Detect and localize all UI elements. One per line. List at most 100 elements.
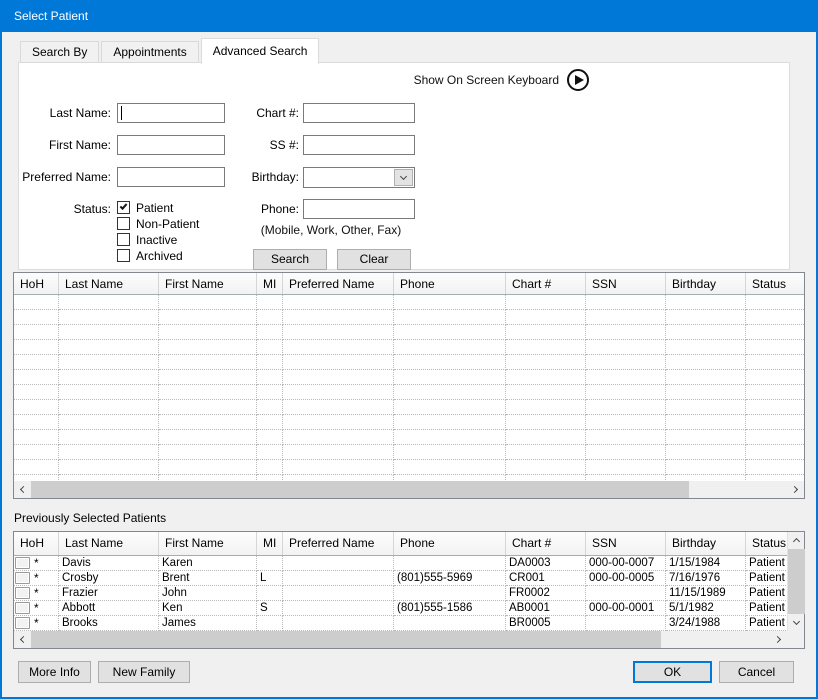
empty-cell bbox=[394, 340, 506, 355]
column-header-birthday[interactable]: Birthday bbox=[666, 532, 746, 555]
column-header-mi[interactable]: MI bbox=[257, 532, 283, 555]
row-selector-button[interactable] bbox=[15, 617, 30, 629]
cell-status: Patient bbox=[746, 571, 787, 586]
column-header-hoh[interactable]: HoH bbox=[14, 532, 59, 555]
empty-cell bbox=[746, 340, 804, 355]
cell-mi bbox=[257, 616, 283, 631]
patient-row[interactable]: *DavisKarenDA0003000-00-00071/15/1984Pat… bbox=[14, 556, 787, 571]
birthday-dropdown-button[interactable] bbox=[394, 169, 413, 186]
cell-last-name: Abbott bbox=[59, 601, 159, 616]
chart-field-wrap bbox=[303, 103, 415, 123]
cell-first-name: James bbox=[159, 616, 257, 631]
birthday-label: Birthday: bbox=[199, 167, 299, 187]
previous-vertical-scrollbar[interactable] bbox=[787, 532, 804, 631]
cell-first-name: John bbox=[159, 586, 257, 601]
patient-row[interactable]: *AbbottKenS(801)555-1586AB0001000-00-000… bbox=[14, 601, 787, 616]
empty-cell bbox=[59, 385, 159, 400]
scroll-right-button[interactable] bbox=[770, 631, 787, 648]
column-header-mi[interactable]: MI bbox=[257, 273, 283, 294]
column-header-preferred-name[interactable]: Preferred Name bbox=[283, 273, 394, 294]
empty-cell bbox=[586, 310, 666, 325]
column-header-phone[interactable]: Phone bbox=[394, 532, 506, 555]
scrollbar-thumb[interactable] bbox=[31, 631, 661, 648]
column-header-chart[interactable]: Chart # bbox=[506, 532, 586, 555]
tab-appointments[interactable]: Appointments bbox=[101, 41, 198, 63]
row-selector-button[interactable] bbox=[15, 602, 30, 614]
status-checkbox-archived[interactable]: Archived bbox=[117, 249, 199, 262]
empty-cell bbox=[586, 400, 666, 415]
cell-chart: FR0002 bbox=[506, 586, 586, 601]
scroll-right-button[interactable] bbox=[787, 481, 804, 498]
tab-search-by[interactable]: Search By bbox=[20, 41, 99, 63]
scroll-left-button[interactable] bbox=[14, 631, 31, 648]
empty-cell bbox=[666, 400, 746, 415]
chart-number-input[interactable] bbox=[303, 103, 415, 123]
patient-row[interactable]: *FrazierJohnFR000211/15/1989Patient bbox=[14, 586, 787, 601]
column-header-phone[interactable]: Phone bbox=[394, 273, 506, 294]
empty-cell bbox=[746, 400, 804, 415]
cancel-button[interactable]: Cancel bbox=[719, 661, 794, 683]
empty-cell bbox=[257, 415, 283, 430]
empty-result-row bbox=[14, 385, 804, 400]
empty-cell bbox=[394, 445, 506, 460]
chevron-down-icon bbox=[400, 173, 407, 180]
scroll-left-button[interactable] bbox=[14, 481, 31, 498]
column-header-status[interactable]: Status bbox=[746, 532, 787, 555]
empty-cell bbox=[283, 310, 394, 325]
tab-advanced-search[interactable]: Advanced Search bbox=[201, 38, 320, 64]
empty-cell bbox=[506, 415, 586, 430]
scroll-up-button[interactable] bbox=[788, 532, 805, 549]
status-checkbox-patient[interactable]: Patient bbox=[117, 201, 199, 214]
column-header-first-name[interactable]: First Name bbox=[159, 273, 257, 294]
row-selector-button[interactable] bbox=[15, 557, 30, 569]
cell-birthday: 1/15/1984 bbox=[666, 556, 746, 571]
ss-field-wrap bbox=[303, 135, 415, 155]
column-header-preferred-name[interactable]: Preferred Name bbox=[283, 532, 394, 555]
results-horizontal-scrollbar[interactable] bbox=[14, 481, 804, 498]
column-header-chart[interactable]: Chart # bbox=[506, 273, 586, 294]
empty-cell bbox=[586, 325, 666, 340]
empty-cell bbox=[159, 430, 257, 445]
scrollbar-thumb[interactable] bbox=[788, 549, 805, 614]
search-results-table: HoHLast NameFirst NameMIPreferred NamePh… bbox=[13, 272, 805, 499]
search-button[interactable]: Search bbox=[253, 249, 327, 270]
patient-row[interactable]: *BrooksJamesBR00053/24/1988Patient bbox=[14, 616, 787, 631]
row-selector-button[interactable] bbox=[15, 587, 30, 599]
birthday-dropdown[interactable] bbox=[303, 167, 415, 188]
phone-input[interactable] bbox=[303, 199, 415, 219]
empty-cell bbox=[394, 310, 506, 325]
row-selector-button[interactable] bbox=[15, 572, 30, 584]
checkbox-non-patient[interactable] bbox=[117, 217, 130, 230]
column-header-last-name[interactable]: Last Name bbox=[59, 273, 159, 294]
empty-cell bbox=[586, 370, 666, 385]
scrollbar-thumb[interactable] bbox=[31, 481, 689, 498]
column-header-last-name[interactable]: Last Name bbox=[59, 532, 159, 555]
clear-button[interactable]: Clear bbox=[337, 249, 411, 270]
ss-number-input[interactable] bbox=[303, 135, 415, 155]
new-family-button[interactable]: New Family bbox=[98, 661, 190, 683]
checkbox-archived[interactable] bbox=[117, 249, 130, 262]
empty-cell bbox=[506, 355, 586, 370]
title-bar[interactable]: Select Patient bbox=[0, 0, 818, 32]
empty-result-row bbox=[14, 370, 804, 385]
empty-cell bbox=[746, 430, 804, 445]
column-header-birthday[interactable]: Birthday bbox=[666, 273, 746, 294]
ok-button[interactable]: OK bbox=[633, 661, 712, 683]
column-header-ssn[interactable]: SSN bbox=[586, 273, 666, 294]
cell-birthday: 5/1/1982 bbox=[666, 601, 746, 616]
previous-horizontal-scrollbar[interactable] bbox=[14, 631, 787, 648]
column-header-first-name[interactable]: First Name bbox=[159, 532, 257, 555]
checkbox-inactive[interactable] bbox=[117, 233, 130, 246]
show-keyboard-button[interactable] bbox=[567, 69, 589, 91]
scroll-down-button[interactable] bbox=[788, 614, 805, 631]
patient-row[interactable]: *CrosbyBrentL(801)555-5969CR001000-00-00… bbox=[14, 571, 787, 586]
column-header-ssn[interactable]: SSN bbox=[586, 532, 666, 555]
cell-last-name: Frazier bbox=[59, 586, 159, 601]
column-header-status[interactable]: Status bbox=[746, 273, 804, 294]
empty-result-row bbox=[14, 460, 804, 475]
more-info-button[interactable]: More Info bbox=[18, 661, 91, 683]
empty-cell bbox=[14, 415, 59, 430]
column-header-hoh[interactable]: HoH bbox=[14, 273, 59, 294]
checkbox-patient[interactable] bbox=[117, 201, 130, 214]
empty-result-row bbox=[14, 445, 804, 460]
